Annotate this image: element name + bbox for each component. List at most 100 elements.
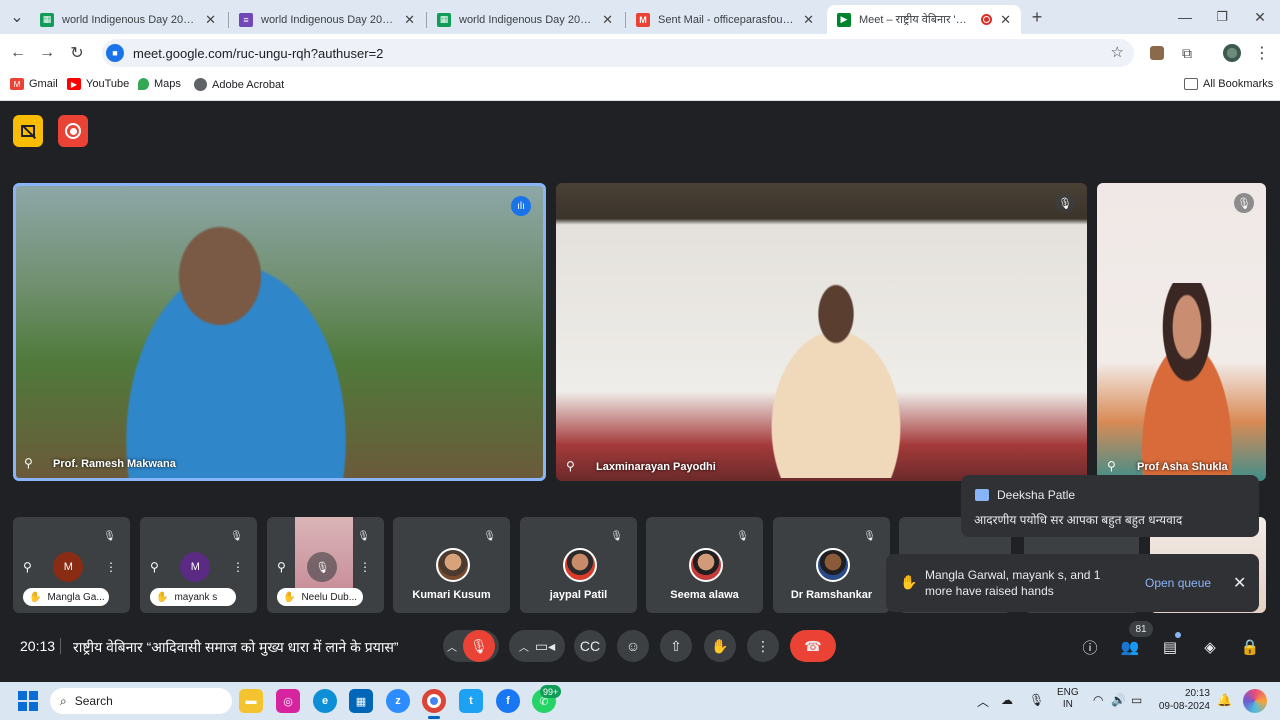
more-options-button[interactable]: ⋮	[747, 630, 779, 662]
people-icon[interactable]: 👥	[1118, 635, 1142, 659]
tab-search-chevron-icon[interactable]: ⌄	[6, 6, 28, 28]
windows-start-icon[interactable]	[16, 689, 40, 713]
video-tile[interactable]: 🎙 ⚲ Laxminarayan Payodhi	[556, 183, 1087, 481]
host-controls-lock-icon[interactable]: 🔒	[1238, 635, 1262, 659]
profile-avatar[interactable]	[1221, 42, 1243, 64]
participant-tile[interactable]: 🎙 jaypal Patil	[520, 517, 637, 613]
mic-off-icon[interactable]: 🎙	[463, 630, 495, 662]
tab-4[interactable]: M Sent Mail - officeparasfoundati ✕	[626, 5, 824, 34]
notification-bell-icon[interactable]: 🔔	[1217, 693, 1232, 707]
close-tab-icon[interactable]: ✕	[803, 12, 814, 28]
microphone-icon[interactable]: 🎙	[1029, 693, 1044, 707]
leave-call-button[interactable]: ☎	[790, 630, 836, 662]
store-icon[interactable]: ▦	[349, 689, 373, 713]
copilot-icon[interactable]	[1243, 689, 1267, 713]
bookmark-gmail[interactable]: M Gmail	[10, 78, 58, 90]
chrome-icon[interactable]	[422, 689, 446, 713]
chrome-menu-icon[interactable]: ⋮	[1251, 42, 1273, 64]
close-tab-icon[interactable]: ✕	[404, 12, 415, 28]
facebook-icon[interactable]: f	[496, 689, 520, 713]
video-tile-speaker[interactable]: ılı ⚲ Prof. Ramesh Makwana	[13, 183, 546, 481]
more-options-icon[interactable]: ⋮	[232, 560, 244, 574]
camera-icon[interactable]: ▭◂	[535, 638, 555, 655]
present-button[interactable]: ⇧	[660, 630, 692, 662]
captions-icon: CC	[579, 638, 601, 654]
onedrive-cloud-icon[interactable]: ☁	[1001, 693, 1013, 707]
tab-2[interactable]: ≡ world Indigenous Day 2024 - G ✕	[229, 5, 425, 34]
bookmark-label: Gmail	[29, 78, 58, 90]
instagram-icon[interactable]: ◎	[276, 689, 300, 713]
chevron-up-icon[interactable]: ︿	[977, 693, 989, 710]
emoji-button[interactable]: ☺	[617, 630, 649, 662]
all-bookmarks[interactable]: All Bookmarks	[1184, 78, 1273, 90]
video-tile[interactable]: 🎙 ⚲ Prof Asha Shukla	[1097, 183, 1266, 481]
avatar	[563, 548, 597, 582]
tab-3[interactable]: ▦ world Indigenous Day 2024 (जन ✕	[427, 5, 623, 34]
meeting-info-icon[interactable]: ⓘ	[1078, 635, 1102, 659]
pin-icon[interactable]: ⚲	[23, 560, 32, 574]
close-tab-icon[interactable]: ✕	[205, 12, 216, 28]
participant-tile[interactable]: 🎙 Dr Ramshankar	[773, 517, 890, 613]
bookmark-youtube[interactable]: ▶ YouTube	[67, 78, 129, 90]
camera-control[interactable]: ︿ ▭◂	[509, 630, 565, 662]
clock[interactable]: 20:13 09-08-2024	[1158, 687, 1210, 713]
minimize-window-icon[interactable]: —	[1174, 6, 1196, 28]
extension-icon[interactable]	[1146, 42, 1168, 64]
chevron-up-icon[interactable]: ︿	[447, 639, 457, 654]
pin-icon[interactable]: ⚲	[150, 560, 159, 574]
maximize-window-icon[interactable]: ❐	[1211, 6, 1233, 28]
edge-icon[interactable]: e	[313, 689, 337, 713]
pin-icon[interactable]: ⚲	[566, 459, 575, 473]
more-options-icon[interactable]: ⋮	[105, 560, 117, 574]
pin-icon[interactable]: ⚲	[1107, 459, 1116, 473]
google-sheets-icon: ▦	[40, 12, 54, 27]
wifi-icon[interactable]: ◠	[1093, 693, 1103, 707]
new-tab-plus-icon[interactable]: +	[1026, 6, 1048, 28]
participant-tile[interactable]: 🎙 ⚲ 🎙 ⋮ ✋ Neelu Dub...	[267, 517, 384, 613]
chat-icon[interactable]: ▤	[1158, 635, 1182, 659]
close-icon[interactable]: ✕	[1233, 573, 1246, 593]
taskbar-search[interactable]: ⌕ Search	[50, 688, 232, 714]
volume-icon[interactable]: 🔊	[1111, 693, 1126, 707]
participant-tile[interactable]: 🎙 Kumari Kusum	[393, 517, 510, 613]
close-tab-icon[interactable]: ✕	[602, 12, 613, 28]
tab-meet-active[interactable]: ▶ Meet – राष्ट्रीय वेबिनार 'आदिवा ✕	[827, 5, 1021, 34]
back-arrow-icon[interactable]: ←	[7, 42, 29, 64]
language-indicator[interactable]: ENG IN	[1057, 687, 1079, 711]
tab-1[interactable]: ▦ world Indigenous Day 2024 (जन ✕	[30, 5, 226, 34]
zoom-icon[interactable]: z	[386, 689, 410, 713]
more-options-icon[interactable]: ⋮	[359, 560, 371, 574]
open-queue-button[interactable]: Open queue	[1145, 576, 1211, 590]
pin-icon[interactable]: ⚲	[24, 456, 33, 470]
address-bar[interactable]: ■ meet.google.com/ruc-ungu-rqh?authuser=…	[102, 39, 1134, 67]
activities-icon[interactable]: ◈	[1198, 635, 1222, 659]
recording-icon[interactable]	[58, 115, 88, 147]
chevron-up-icon[interactable]: ︿	[519, 639, 529, 654]
extensions-puzzle-icon[interactable]: ⧉	[1176, 42, 1198, 64]
twitter-icon[interactable]: t	[459, 689, 483, 713]
bookmark-label: YouTube	[86, 78, 130, 90]
bookmark-maps[interactable]: Maps	[138, 78, 181, 90]
bookmark-adobe-acrobat[interactable]: Adobe Acrobat	[194, 78, 284, 91]
chat-notification[interactable]: Deeksha Patle आदरणीय पयोधि सर आपका बहुत …	[961, 475, 1259, 537]
captions-button[interactable]: CC	[574, 630, 606, 662]
file-explorer-icon[interactable]: ▬	[239, 689, 263, 713]
close-window-icon[interactable]: ✕	[1249, 6, 1271, 28]
close-tab-icon[interactable]: ✕	[1000, 12, 1011, 28]
participant-name: Laxminarayan Payodhi	[596, 461, 716, 473]
bookmark-star-icon[interactable]: ☆	[1111, 43, 1124, 61]
participant-tile[interactable]: 🎙 Seema alawa	[646, 517, 763, 613]
battery-icon[interactable]: ▭	[1131, 693, 1142, 707]
forward-arrow-icon[interactable]: →	[36, 42, 58, 64]
url-text[interactable]: meet.google.com/ruc-ungu-rqh?authuser=2	[133, 46, 383, 61]
participant-tile[interactable]: 🎙 ⚲ M ⋮ ✋ mayank s	[140, 517, 257, 613]
captions-off-icon[interactable]	[13, 115, 43, 147]
pin-icon[interactable]: ⚲	[277, 560, 286, 574]
participant-tile[interactable]: 🎙 ⚲ M ⋮ ✋ Mangla Ga...	[13, 517, 130, 613]
raise-hand-button[interactable]: ✋	[704, 630, 736, 662]
mic-control[interactable]: ︿ 🎙	[443, 630, 499, 662]
muted-mic-icon: 🎙	[230, 531, 243, 542]
reload-icon[interactable]: ↻	[66, 42, 88, 64]
muted-mic-icon: 🎙	[483, 531, 496, 542]
site-info-icon[interactable]: ■	[106, 44, 124, 62]
